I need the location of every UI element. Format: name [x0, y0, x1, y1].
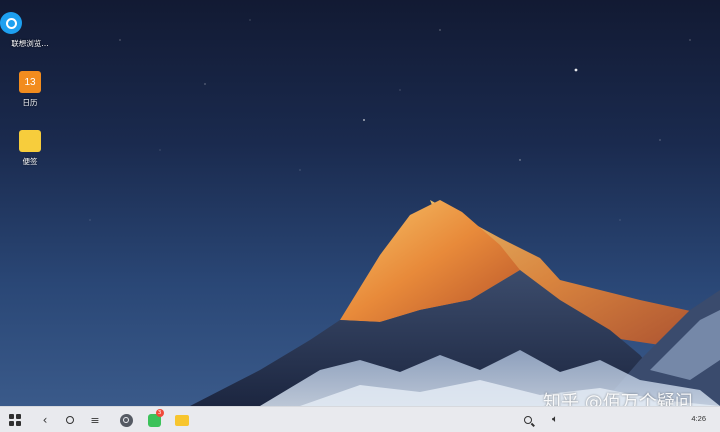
browser-icon [119, 413, 133, 427]
taskbar: ‹ ≡ 3 🔈︎ 4:26 [0, 406, 720, 432]
stars [89, 19, 691, 221]
taskbar-app-folder[interactable] [173, 411, 191, 429]
desktop-wallpaper [0, 0, 720, 406]
desktop-icon-label: 日历 [22, 98, 38, 107]
folder-icon [175, 414, 189, 426]
mountain-scene [89, 19, 720, 406]
desktop-icon-calendar[interactable]: 13 日历 [0, 71, 60, 108]
start-menu-icon [9, 414, 21, 426]
messages-icon: 3 [147, 408, 164, 427]
desktop-icon-label: 便签 [22, 157, 38, 166]
calendar-icon-glyph: 13 [24, 76, 36, 88]
desktop-icon-label: 联想浏览… [11, 39, 49, 48]
search-button[interactable] [519, 411, 537, 429]
menu-icon: ≡ [90, 413, 100, 427]
desktop-icon-browser[interactable]: 联想浏览… [0, 12, 60, 49]
home-button[interactable] [61, 411, 79, 429]
calendar-icon: 13 [19, 71, 41, 93]
start-button[interactable] [6, 411, 24, 429]
clock[interactable]: 4:26 [691, 414, 706, 423]
recents-button[interactable]: ≡ [86, 411, 104, 429]
home-icon [66, 416, 74, 424]
back-button[interactable]: ‹ [36, 411, 54, 429]
volume-button[interactable]: 🔈︎ [546, 411, 564, 429]
taskbar-app-browser[interactable] [117, 411, 135, 429]
volume-icon: 🔈︎ [552, 414, 558, 425]
search-icon [524, 416, 532, 424]
notes-icon [19, 130, 41, 152]
browser-icon [0, 12, 22, 34]
desktop-icon-notes[interactable]: 便签 [0, 130, 60, 167]
taskbar-app-messages[interactable]: 3 [145, 408, 164, 429]
notification-badge: 3 [155, 408, 164, 417]
back-icon: ‹ [42, 413, 48, 427]
